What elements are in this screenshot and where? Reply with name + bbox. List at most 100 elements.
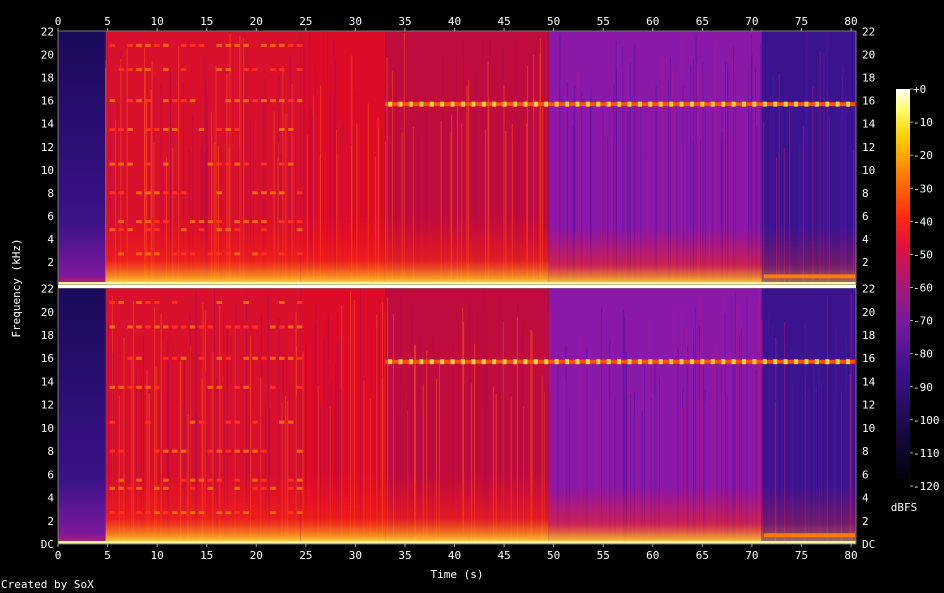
y-tick-label-left: 20 [41,49,54,62]
x-tick-label-top: 60 [646,15,659,28]
y-tick-label-left: 2 [47,515,54,528]
harmonic-mark [109,420,115,424]
harmonic-mark [198,127,205,131]
tone-low [763,274,856,279]
harmonic-mark [216,252,223,256]
harmonic-mark [118,449,124,453]
x-tick-label-bottom: 65 [696,549,709,562]
y-tick-label-right: 18 [862,72,875,85]
x-tick-label-bottom: 45 [497,549,510,562]
y-tick-label-left: 6 [47,468,54,481]
harmonic-mark [252,486,258,490]
tone-16khz-dot [554,359,559,365]
harmonic-mark [189,325,196,329]
harmonic-mark [118,486,124,490]
harmonic-mark [136,301,142,305]
harmonic-mark [234,325,240,329]
harmonic-mark [172,449,178,453]
harmonic-mark [180,356,187,360]
harmonic-mark [279,127,285,131]
tone-16khz-dot [617,101,622,107]
harmonic-mark [154,228,160,232]
harmonic-mark [234,228,240,232]
tone-16khz-dot [450,359,455,365]
tone-16khz-dot [440,101,445,107]
harmonic-mark [163,220,169,224]
tone-16khz-dot [658,101,663,107]
harmonic-mark [243,99,249,103]
harmonic-mark [234,478,240,482]
harmonic-mark [109,191,115,195]
harmonic-mark [198,228,205,232]
harmonic-mark [287,511,294,515]
harmonic-mark [163,511,169,515]
x-tick-label-bottom: 80 [844,549,857,562]
y-tick-label-left: 16 [41,352,54,365]
harmonic-mark [252,252,258,256]
colorbar-tick-label: -100 [913,414,940,427]
tone-16khz-dot [658,359,663,365]
tone-16khz-dot [419,359,424,365]
tone-16khz-dot [408,359,413,365]
tone-16khz-dot [710,359,715,365]
tone-16khz-dot [752,101,757,107]
tone-16khz-dot [440,359,445,365]
harmonic-mark [154,220,160,224]
tone-16khz-dot [669,359,674,365]
harmonic-mark [296,486,303,490]
harmonic-mark [261,252,267,256]
y-tick-label-left: DC [41,538,54,551]
tone-16khz-dot [648,359,653,365]
harmonic-mark [225,43,231,47]
harmonic-mark [216,127,223,131]
harmonic-mark [287,162,294,166]
low-frequency-glow [385,145,549,285]
harmonic-mark [252,325,258,329]
x-tick-label-bottom: 75 [795,549,808,562]
x-tick-label-bottom: 25 [299,549,312,562]
harmonic-mark [180,478,187,482]
harmonic-mark [109,486,115,490]
harmonic-mark [279,301,285,305]
harmonic-mark [216,356,223,360]
harmonic-mark [234,420,240,424]
harmonic-mark [154,127,160,131]
harmonic-mark [216,511,223,515]
tone-16khz-dot [752,359,757,365]
x-tick-label-top: 5 [104,15,111,28]
tone-16khz-dot [710,101,715,107]
tone-16khz-dot [637,359,642,365]
tone-16khz-dot [742,359,746,365]
harmonic-mark [207,252,214,256]
tone-16khz-dot [721,101,726,107]
footer-credit: Created by SoX [1,578,94,591]
harmonic-mark [225,420,231,424]
harmonic-mark [189,220,196,224]
harmonic-mark [109,385,115,389]
tone-16khz-dot [627,101,632,107]
harmonic-mark [127,228,133,232]
harmonic-mark [154,301,160,305]
harmonic-mark [136,191,142,195]
y-tick-label-right: 20 [862,49,875,62]
harmonic-mark [145,511,151,515]
tone-16khz-dot [825,359,830,365]
harmonic-mark [287,325,294,329]
colorbar-tick-label: -120 [913,480,940,493]
harmonic-mark [261,220,267,224]
harmonic-mark [261,99,267,103]
tone-low [763,533,856,538]
harmonic-mark [145,220,151,224]
colorbar-tick-label: -40 [913,215,933,228]
harmonic-mark [279,191,285,195]
y-tick-label-right: 20 [862,306,875,319]
y-tick-label-left: 8 [47,445,54,458]
harmonic-mark [118,511,124,515]
harmonic-mark [296,449,303,453]
harmonic-mark [180,99,187,103]
harmonic-mark [225,511,231,515]
harmonic-mark [234,220,240,224]
harmonic-mark [180,228,187,232]
harmonic-mark [296,43,303,47]
harmonic-mark [172,99,178,103]
